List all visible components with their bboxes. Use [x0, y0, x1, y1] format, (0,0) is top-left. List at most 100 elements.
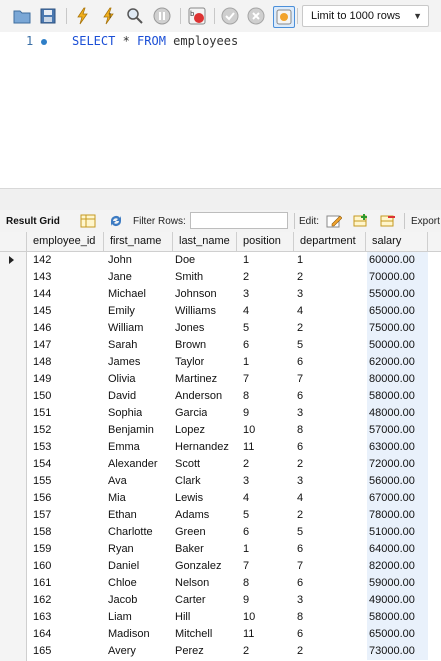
cell-employee-id[interactable]: 157 [33, 507, 51, 524]
cell-employee-id[interactable]: 144 [33, 286, 51, 303]
cell-department[interactable]: 8 [297, 609, 303, 626]
column-header-department[interactable]: department [294, 232, 366, 251]
cell-first-name[interactable]: Jane [108, 269, 132, 286]
cell-employee-id[interactable]: 163 [33, 609, 51, 626]
cell-employee-id[interactable]: 150 [33, 388, 51, 405]
cell-employee-id[interactable]: 155 [33, 473, 51, 490]
edit-row-icon[interactable] [326, 213, 343, 229]
delete-row-icon[interactable] [380, 213, 396, 229]
sql-editor[interactable]: 1 SELECT * FROM employees [0, 32, 441, 188]
cell-position[interactable]: 2 [243, 643, 249, 660]
cell-last-name[interactable]: Jones [175, 320, 204, 337]
table-row[interactable]: 153 Emma Hernandez 11 6 63000.00 [0, 439, 441, 456]
cell-salary[interactable]: 63000.00 [369, 439, 415, 456]
cell-position[interactable]: 10 [243, 609, 255, 626]
export-button[interactable]: Export [411, 216, 440, 227]
cell-department[interactable]: 7 [297, 558, 303, 575]
table-row[interactable]: 159 Ryan Baker 1 6 64000.00 [0, 541, 441, 558]
table-row[interactable]: 165 Avery Perez 2 2 73000.00 [0, 643, 441, 660]
cell-position[interactable]: 4 [243, 303, 249, 320]
cell-last-name[interactable]: Baker [175, 541, 204, 558]
cell-first-name[interactable]: Ava [108, 473, 127, 490]
cell-employee-id[interactable]: 165 [33, 643, 51, 660]
cell-salary[interactable]: 59000.00 [369, 575, 415, 592]
execute-current-icon[interactable]: I [99, 6, 119, 26]
cell-department[interactable]: 2 [297, 643, 303, 660]
cell-first-name[interactable]: Liam [108, 609, 132, 626]
cell-department[interactable]: 8 [297, 422, 303, 439]
cell-last-name[interactable]: Johnson [175, 286, 217, 303]
table-row[interactable]: 156 Mia Lewis 4 4 67000.00 [0, 490, 441, 507]
cell-first-name[interactable]: Ryan [108, 541, 134, 558]
cell-position[interactable]: 1 [243, 354, 249, 371]
cell-last-name[interactable]: Hill [175, 609, 190, 626]
table-row[interactable]: 163 Liam Hill 10 8 58000.00 [0, 609, 441, 626]
add-row-icon[interactable] [353, 213, 369, 229]
cell-salary[interactable]: 67000.00 [369, 490, 415, 507]
cell-department[interactable]: 5 [297, 337, 303, 354]
cell-position[interactable]: 2 [243, 456, 249, 473]
cell-position[interactable]: 3 [243, 473, 249, 490]
stop-icon[interactable] [152, 6, 172, 26]
cell-first-name[interactable]: Madison [108, 626, 150, 643]
refresh-icon[interactable] [108, 213, 124, 229]
table-row[interactable]: 152 Benjamin Lopez 10 8 57000.00 [0, 422, 441, 439]
table-row[interactable]: 145 Emily Williams 4 4 65000.00 [0, 303, 441, 320]
table-row[interactable]: 150 David Anderson 8 6 58000.00 [0, 388, 441, 405]
cell-position[interactable]: 1 [243, 541, 249, 558]
cell-first-name[interactable]: James [108, 354, 140, 371]
table-row[interactable]: 146 William Jones 5 2 75000.00 [0, 320, 441, 337]
cell-first-name[interactable]: Chloe [108, 575, 137, 592]
cell-department[interactable]: 3 [297, 286, 303, 303]
save-icon[interactable] [38, 6, 58, 26]
cell-salary[interactable]: 65000.00 [369, 303, 415, 320]
cell-last-name[interactable]: Scott [175, 456, 200, 473]
cell-employee-id[interactable]: 164 [33, 626, 51, 643]
table-row[interactable]: 162 Jacob Carter 9 3 49000.00 [0, 592, 441, 609]
cell-department[interactable]: 5 [297, 524, 303, 541]
cell-employee-id[interactable]: 161 [33, 575, 51, 592]
table-row[interactable]: 158 Charlotte Green 6 5 51000.00 [0, 524, 441, 541]
execute-icon[interactable] [73, 6, 93, 26]
cell-first-name[interactable]: Charlotte [108, 524, 153, 541]
cell-position[interactable]: 3 [243, 286, 249, 303]
cell-position[interactable]: 9 [243, 405, 249, 422]
table-row[interactable]: 155 Ava Clark 3 3 56000.00 [0, 473, 441, 490]
cell-salary[interactable]: 82000.00 [369, 558, 415, 575]
cell-department[interactable]: 2 [297, 320, 303, 337]
table-row[interactable]: 147 Sarah Brown 6 5 50000.00 [0, 337, 441, 354]
autocommit-icon[interactable] [273, 6, 295, 28]
explain-magnifier-icon[interactable] [125, 6, 145, 26]
cell-first-name[interactable]: Sarah [108, 337, 137, 354]
cell-department[interactable]: 2 [297, 456, 303, 473]
cell-department[interactable]: 6 [297, 626, 303, 643]
cell-first-name[interactable]: John [108, 252, 132, 269]
cell-last-name[interactable]: Taylor [175, 354, 204, 371]
cell-first-name[interactable]: Olivia [108, 371, 136, 388]
cell-last-name[interactable]: Lopez [175, 422, 205, 439]
cell-employee-id[interactable]: 156 [33, 490, 51, 507]
grid-view-icon[interactable] [80, 213, 96, 229]
result-grid-tab[interactable]: Result Grid [6, 216, 60, 227]
cell-salary[interactable]: 73000.00 [369, 643, 415, 660]
cell-employee-id[interactable]: 143 [33, 269, 51, 286]
table-row[interactable]: 143 Jane Smith 2 2 70000.00 [0, 269, 441, 286]
toggle-error-icon[interactable]: b [187, 6, 207, 26]
cell-salary[interactable]: 56000.00 [369, 473, 415, 490]
cell-position[interactable]: 6 [243, 337, 249, 354]
cell-salary[interactable]: 64000.00 [369, 541, 415, 558]
column-header-first-name[interactable]: first_name [104, 232, 173, 251]
cell-position[interactable]: 11 [243, 626, 254, 643]
cell-salary[interactable]: 51000.00 [369, 524, 415, 541]
table-row[interactable]: 164 Madison Mitchell 11 6 65000.00 [0, 626, 441, 643]
cell-first-name[interactable]: Ethan [108, 507, 137, 524]
cell-first-name[interactable]: Mia [108, 490, 126, 507]
cell-department[interactable]: 6 [297, 439, 303, 456]
cell-employee-id[interactable]: 162 [33, 592, 51, 609]
column-header-position[interactable]: position [237, 232, 294, 251]
cell-employee-id[interactable]: 158 [33, 524, 51, 541]
cell-department[interactable]: 6 [297, 541, 303, 558]
cell-last-name[interactable]: Doe [175, 252, 195, 269]
cell-employee-id[interactable]: 160 [33, 558, 51, 575]
cell-employee-id[interactable]: 145 [33, 303, 51, 320]
